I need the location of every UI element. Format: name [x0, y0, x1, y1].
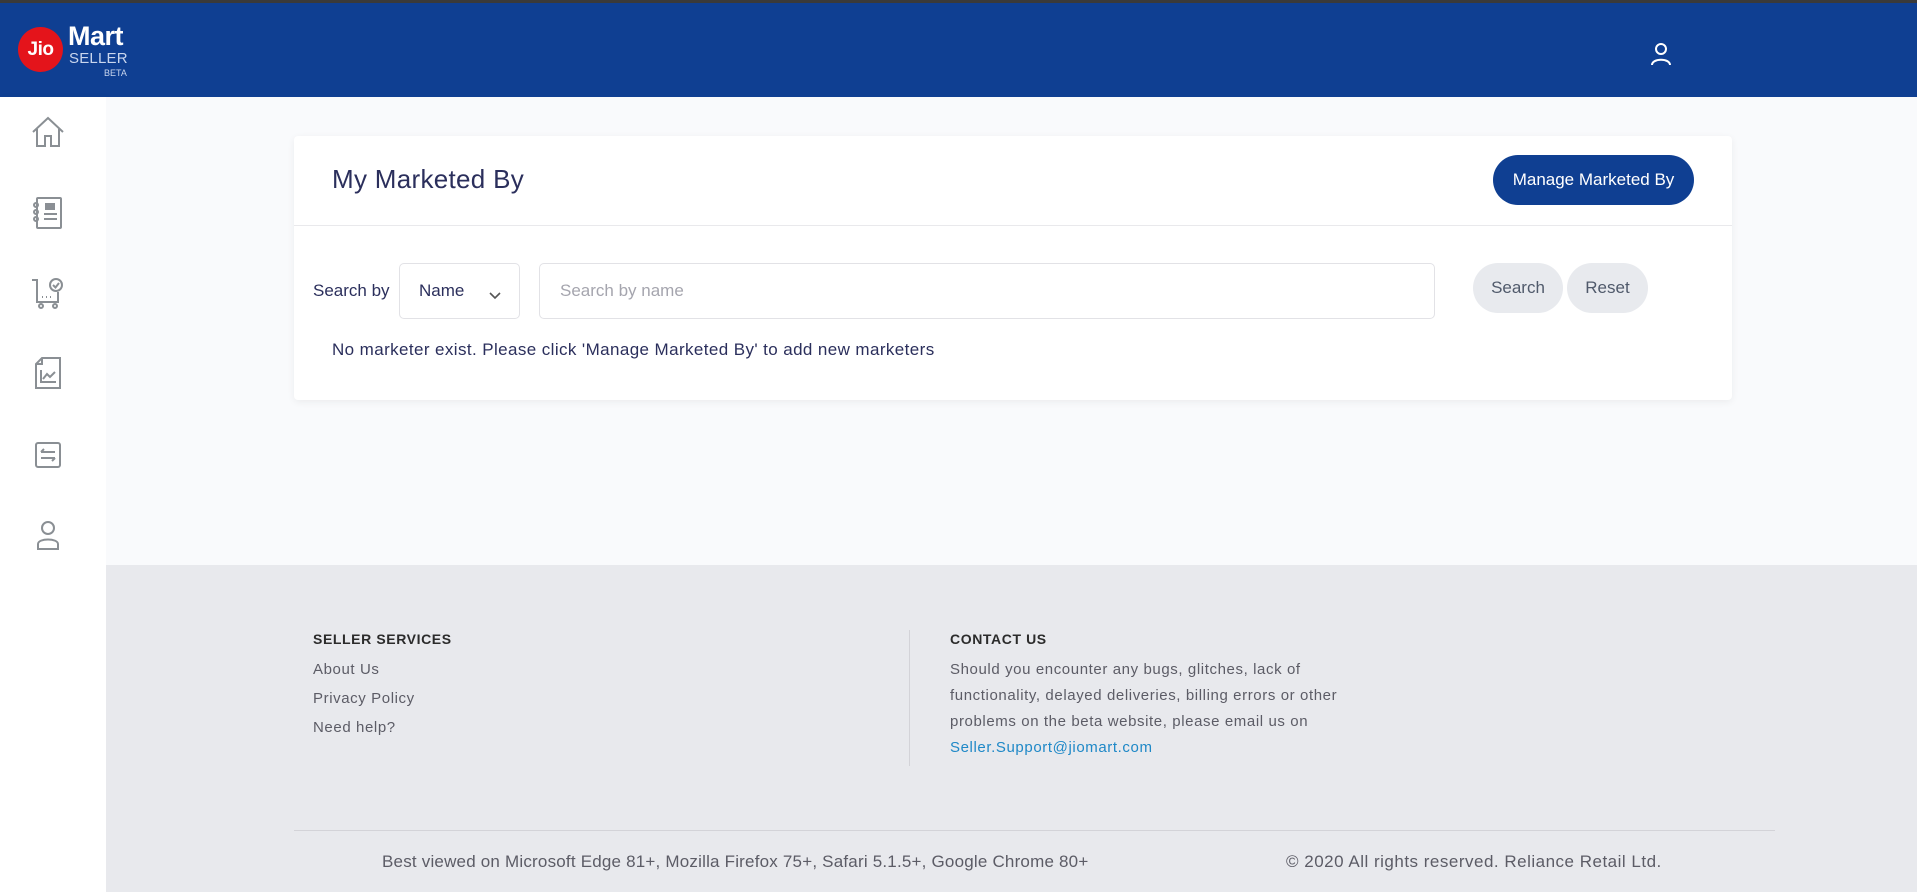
card-divider [294, 225, 1732, 226]
sidebar-item-reports[interactable] [28, 355, 68, 395]
search-by-select[interactable]: Name [399, 263, 520, 319]
search-button[interactable]: Search [1473, 263, 1563, 313]
contact-us-text: Should you encounter any bugs, glitches,… [950, 657, 1370, 761]
contact-us-body: Should you encounter any bugs, glitches,… [950, 661, 1338, 730]
footer-column-divider [909, 630, 910, 766]
marketed-by-card: My Marketed By Manage Marketed By Search… [294, 136, 1732, 400]
user-icon[interactable] [1650, 41, 1672, 67]
logo-seller-text: SELLER [69, 50, 128, 67]
footer-link-privacy-policy[interactable]: Privacy Policy [313, 690, 452, 707]
browser-support-note: Best viewed on Microsoft Edge 81+, Mozil… [382, 852, 1089, 871]
sidebar [0, 97, 106, 892]
sidebar-item-profile[interactable] [28, 517, 68, 557]
logo-mart-text: Mart [68, 21, 124, 51]
manage-marketed-by-button[interactable]: Manage Marketed By [1493, 155, 1694, 205]
catalog-icon [33, 196, 63, 235]
jiomart-seller-logo[interactable]: Jio Mart SELLER BETA [18, 21, 138, 83]
footer-link-need-help[interactable]: Need help? [313, 719, 452, 736]
copyright-text: © 2020 All rights reserved. Reliance Ret… [1286, 852, 1662, 871]
sidebar-item-transactions[interactable] [28, 437, 68, 477]
sidebar-item-catalog[interactable] [28, 195, 68, 235]
transactions-icon [34, 441, 62, 474]
contact-us-section: CONTACT US Should you encounter any bugs… [950, 631, 1370, 761]
home-icon [31, 115, 65, 154]
search-by-selected-value: Name [419, 281, 465, 300]
footer-divider [294, 830, 1775, 831]
page-title: My Marketed By [332, 164, 525, 194]
search-by-label: Search by [313, 281, 390, 300]
empty-state-message: No marketer exist. Please click 'Manage … [332, 340, 935, 359]
contact-us-heading: CONTACT US [950, 631, 1047, 647]
seller-services-section: SELLER SERVICES About Us Privacy Policy … [313, 631, 452, 736]
footer: SELLER SERVICES About Us Privacy Policy … [106, 565, 1917, 892]
orders-cart-icon [31, 276, 65, 315]
top-header: Jio Mart SELLER BETA [0, 3, 1917, 97]
reports-icon [33, 356, 63, 395]
search-input[interactable] [539, 263, 1435, 319]
profile-icon [36, 519, 60, 556]
support-email-link[interactable]: Seller.Support@jiomart.com [950, 739, 1153, 756]
seller-services-heading: SELLER SERVICES [313, 631, 452, 647]
logo-jio-badge: Jio [18, 27, 63, 72]
logo-beta-text: BETA [104, 68, 127, 78]
sidebar-item-home[interactable] [28, 114, 68, 154]
sidebar-item-orders[interactable] [28, 275, 68, 315]
chevron-down-icon [489, 287, 501, 300]
reset-button[interactable]: Reset [1567, 263, 1648, 313]
footer-link-about-us[interactable]: About Us [313, 661, 452, 678]
